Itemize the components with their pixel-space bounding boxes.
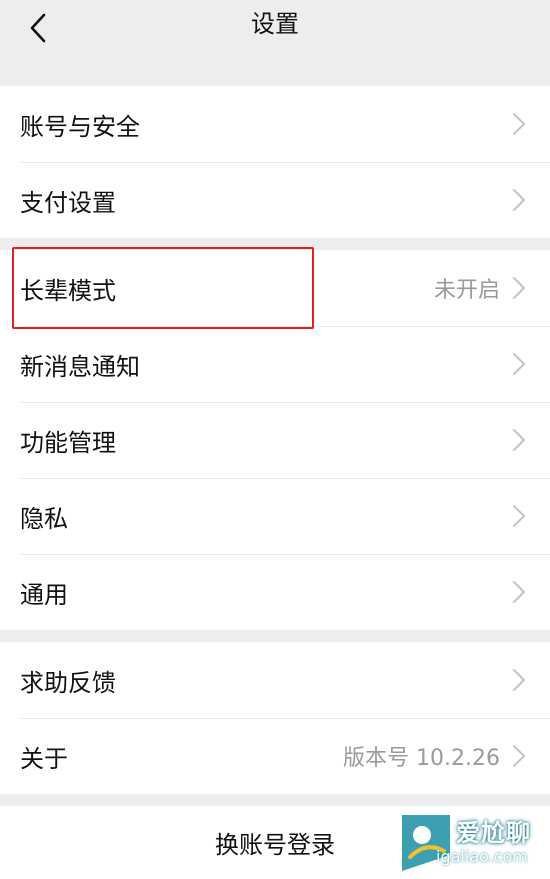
chevron-right-icon [513,505,525,527]
chevron-right-icon [513,189,525,211]
chevron-right-icon [513,429,525,451]
chevron-right-icon [513,581,525,603]
settings-row-privacy[interactable]: 隐私 [0,478,550,554]
settings-row-about[interactable]: 关于 版本号 10.2.26 [0,718,550,794]
row-label: 求助反馈 [20,668,116,697]
elder-mode-status: 未开启 [433,278,500,303]
settings-row-payment[interactable]: 支付设置 [0,162,550,238]
row-label: 功能管理 [20,428,116,457]
navigation-bar: 设置 [0,0,550,56]
settings-group-account: 账号与安全 支付设置 [0,86,550,238]
watermark-title: 爱尬聊 [456,819,531,847]
chevron-right-icon [513,745,525,767]
row-label: 通用 [20,580,68,609]
highlight-annotation [12,247,314,329]
settings-row-feedback[interactable]: 求助反馈 [0,642,550,718]
settings-row-general[interactable]: 通用 [0,554,550,630]
row-label: 隐私 [20,504,68,533]
chevron-right-icon [513,669,525,691]
settings-group-help: 求助反馈 关于 版本号 10.2.26 [0,642,550,794]
chevron-right-icon [513,113,525,135]
chevron-right-icon [513,353,525,375]
settings-row-notifications[interactable]: 新消息通知 [0,326,550,402]
watermark-logo: 爱尬聊 igaliao.com [398,811,548,875]
page-title: 设置 [251,10,299,38]
row-label: 账号与安全 [20,112,140,141]
chevron-right-icon [513,277,525,299]
row-label: 关于 [20,744,68,773]
version-number: 版本号 10.2.26 [343,746,500,771]
watermark-url: igaliao.com [436,847,528,866]
settings-row-account-security[interactable]: 账号与安全 [0,86,550,162]
row-label: 新消息通知 [20,352,140,381]
settings-row-features[interactable]: 功能管理 [0,402,550,478]
row-label: 支付设置 [20,188,116,217]
